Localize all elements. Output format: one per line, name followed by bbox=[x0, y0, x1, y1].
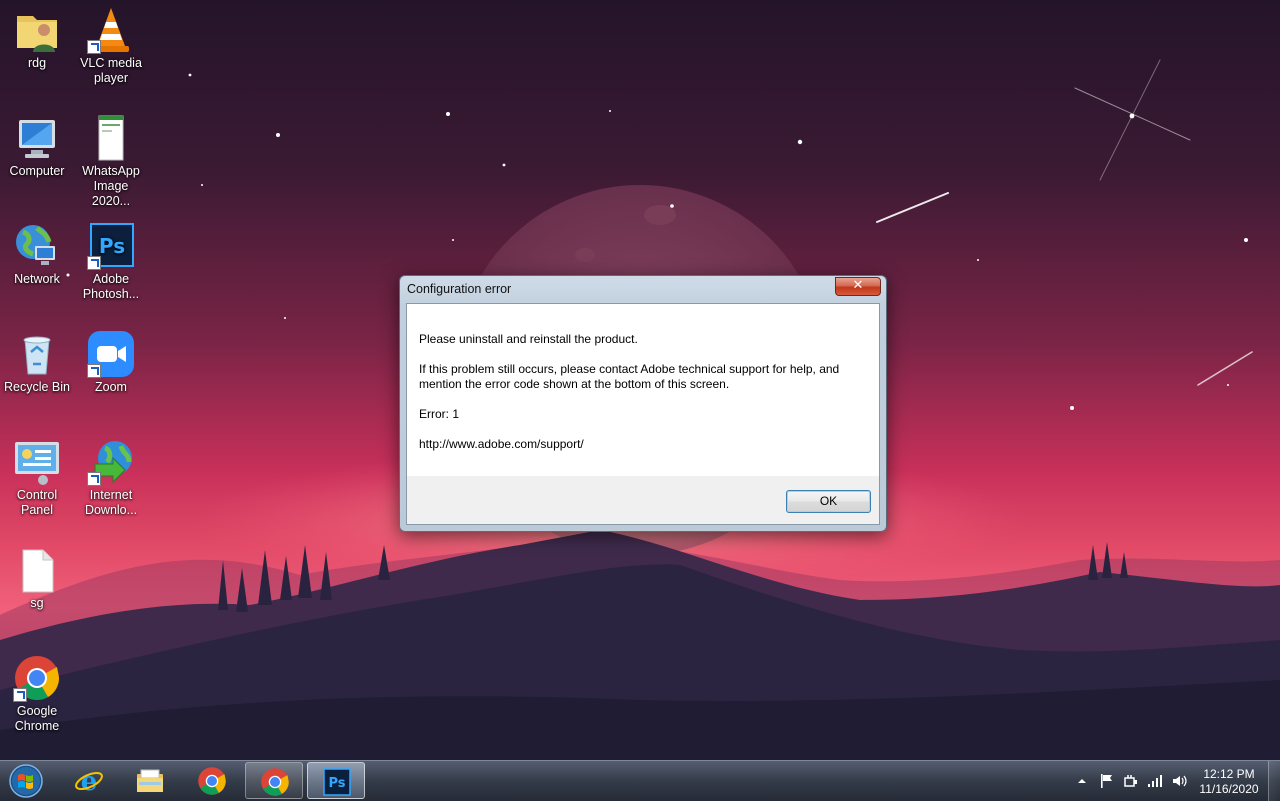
svg-text:Ps: Ps bbox=[99, 234, 125, 258]
desktop-icon-rdg[interactable]: rdg bbox=[0, 6, 74, 71]
desktop-icon-vlc[interactable]: VLC media player bbox=[74, 6, 148, 86]
desktop-icon-internet-download-manager[interactable]: Internet Downlo... bbox=[74, 438, 148, 518]
taskbar-google-chrome-running[interactable] bbox=[245, 762, 303, 799]
desktop-icon-label: Computer bbox=[9, 164, 65, 178]
taskbar-windows-explorer[interactable] bbox=[121, 762, 179, 799]
volume-button[interactable] bbox=[1171, 773, 1187, 789]
message-support-note: If this problem still occurs, please con… bbox=[419, 362, 840, 391]
action-center-flag-icon bbox=[1101, 774, 1112, 788]
shortcut-arrow-icon bbox=[87, 364, 101, 378]
dialog-message-area: Please uninstall and reinstall the produ… bbox=[407, 304, 879, 476]
desktop-icon-photoshop[interactable]: Ps Adobe Photosh... bbox=[74, 222, 148, 302]
desktop-icon-label: Network bbox=[14, 272, 60, 286]
desktop-icon-label: rdg bbox=[27, 56, 47, 70]
desktop-icon-label: Internet Downlo... bbox=[84, 488, 138, 517]
shortcut-arrow-icon bbox=[87, 40, 101, 54]
desktop-icon-google-chrome[interactable]: Google Chrome bbox=[0, 654, 74, 734]
image-file-icon bbox=[87, 114, 135, 162]
photoshop-icon: Ps bbox=[323, 768, 351, 796]
chrome-icon bbox=[261, 768, 289, 796]
volume-icon bbox=[1173, 775, 1187, 787]
desktop-icon-whatsapp-image[interactable]: WhatsApp Image 2020... bbox=[74, 114, 148, 209]
svg-text:e: e bbox=[81, 767, 98, 796]
action-center-button[interactable] bbox=[1099, 773, 1115, 789]
taskbar-adobe-photoshop[interactable]: Ps bbox=[307, 762, 365, 799]
shortcut-arrow-icon bbox=[13, 688, 27, 702]
recycle-bin-icon bbox=[13, 330, 61, 378]
desktop-icon-recycle-bin[interactable]: Recycle Bin bbox=[0, 330, 74, 395]
desktop-icon-computer[interactable]: Computer bbox=[0, 114, 74, 179]
desktop-icon-control-panel[interactable]: Control Panel bbox=[0, 438, 74, 518]
user-folder-icon bbox=[13, 6, 61, 54]
ok-button[interactable]: OK bbox=[786, 490, 871, 513]
computer-icon bbox=[13, 114, 61, 162]
blank-document-icon bbox=[13, 546, 61, 594]
power-plug-icon bbox=[1124, 775, 1137, 787]
close-icon: ✕ bbox=[852, 278, 864, 293]
show-hidden-icons-arrow bbox=[1078, 779, 1086, 783]
message-instruction: Please uninstall and reinstall the produ… bbox=[419, 332, 638, 346]
chrome-icon bbox=[13, 654, 61, 702]
shortcut-arrow-icon bbox=[87, 256, 101, 270]
desktop[interactable]: rdg VLC media player Computer WhatsApp I… bbox=[0, 0, 1280, 760]
clock-date: 11/16/2020 bbox=[1199, 782, 1259, 796]
system-clock[interactable]: 12:12 PM 11/16/2020 bbox=[1188, 767, 1270, 797]
dialog-body: Please uninstall and reinstall the produ… bbox=[406, 303, 880, 525]
desktop-icon-label: WhatsApp Image 2020... bbox=[82, 164, 140, 208]
taskbar-google-chrome-pinned[interactable] bbox=[183, 762, 241, 799]
windows-start-orb-icon bbox=[9, 764, 43, 798]
network-status-button[interactable] bbox=[1147, 773, 1163, 789]
show-desktop-button[interactable] bbox=[1268, 761, 1280, 801]
chrome-icon bbox=[198, 767, 226, 795]
desktop-icon-label: VLC media player bbox=[80, 56, 142, 85]
desktop-icon-label: Recycle Bin bbox=[4, 380, 70, 394]
desktop-icon-label: Control Panel bbox=[16, 488, 58, 517]
vlc-cone-icon bbox=[87, 6, 135, 54]
file-explorer-icon bbox=[137, 769, 163, 792]
desktop-icon-network[interactable]: Network bbox=[0, 222, 74, 287]
dialog-close-button[interactable]: ✕ bbox=[835, 277, 881, 296]
support-url-text: http://www.adobe.com/support/ bbox=[419, 437, 584, 451]
desktop-icon-label: Google Chrome bbox=[14, 704, 60, 733]
dialog-title: Configuration error bbox=[407, 282, 512, 296]
clock-time: 12:12 PM bbox=[1203, 767, 1255, 781]
svg-text:Ps: Ps bbox=[328, 776, 345, 791]
error-code-text: Error: 1 bbox=[419, 407, 460, 421]
photoshop-icon: Ps bbox=[87, 222, 135, 270]
power-status-button[interactable] bbox=[1123, 773, 1139, 789]
zoom-camera-icon bbox=[87, 330, 135, 378]
internet-download-manager-icon bbox=[87, 438, 135, 486]
desktop-icon-label: sg bbox=[30, 596, 44, 610]
desktop-icon-label: Adobe Photosh... bbox=[82, 272, 140, 301]
show-hidden-icons-button[interactable] bbox=[1074, 773, 1090, 789]
network-signal-icon bbox=[1148, 775, 1162, 787]
desktop-icon-zoom[interactable]: Zoom bbox=[74, 330, 148, 395]
desktop-icon-label: Zoom bbox=[95, 380, 127, 394]
taskbar-internet-explorer[interactable]: e bbox=[60, 762, 118, 799]
desktop-icon-sg[interactable]: sg bbox=[0, 546, 74, 611]
control-panel-icon bbox=[13, 438, 61, 486]
network-globe-icon bbox=[13, 222, 61, 270]
internet-explorer-icon: e bbox=[75, 767, 103, 796]
taskbar: e Ps 12:12 PM 11/16/2020 bbox=[0, 760, 1280, 801]
configuration-error-dialog[interactable]: Configuration error ✕ Please uninstall a… bbox=[399, 275, 887, 532]
shortcut-arrow-icon bbox=[87, 472, 101, 486]
start-button[interactable] bbox=[4, 763, 48, 799]
